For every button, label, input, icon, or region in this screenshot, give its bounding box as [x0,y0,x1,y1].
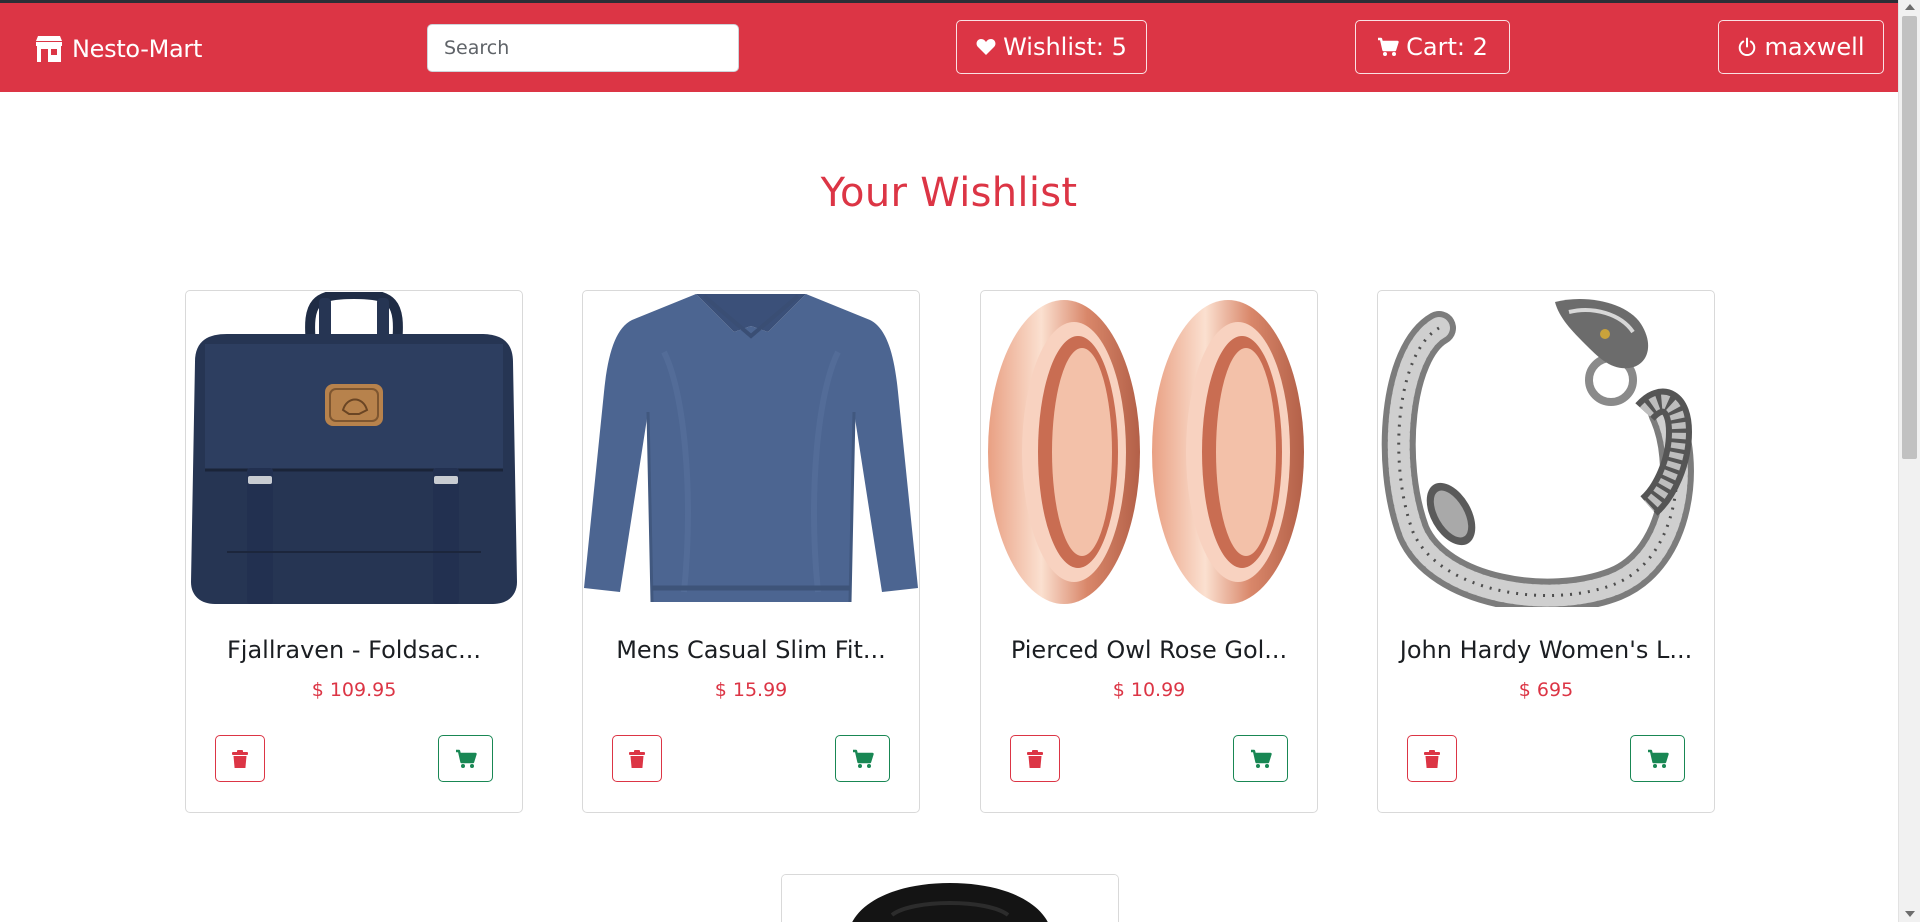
cart-count-label: Cart: 2 [1406,33,1488,61]
user-menu-button[interactable]: maxwell [1718,20,1884,74]
navbar: Nesto-Mart Wishlist: 5 Cart: 2 maxwell [0,3,1898,92]
page-title: Your Wishlist [820,170,1078,216]
product-title[interactable]: Mens Casual Slim Fit... [583,636,919,664]
heart-icon [976,39,996,55]
product-image-plugs[interactable] [982,292,1316,607]
wishlist-card: Pierced Owl Rose Gol... $ 10.99 [980,290,1318,813]
add-to-cart-button[interactable] [1233,735,1288,782]
product-price: $ 695 [1518,679,1574,701]
product-title[interactable]: John Hardy Women's L... [1378,636,1714,664]
product-title[interactable]: Pierced Owl Rose Gol... [981,636,1317,664]
page-scrollbar[interactable] [1898,0,1920,922]
wishlist-card: John Hardy Women's L... $ 695 [1377,290,1715,813]
add-to-cart-button[interactable] [1630,735,1685,782]
cart-icon [1250,749,1272,768]
product-price: $ 15.99 [714,679,788,701]
wishlist-count-label: Wishlist: 5 [1003,33,1127,61]
product-price: $ 109.95 [311,679,397,701]
brand-name: Nesto-Mart [72,35,203,63]
cart-button[interactable]: Cart: 2 [1355,20,1510,74]
username-label: maxwell [1764,33,1865,61]
cart-icon [1378,37,1399,56]
wishlist-card: Fjallraven - Foldsac... $ 109.95 [185,290,523,813]
product-image-shirt[interactable] [584,292,918,607]
remove-from-wishlist-button[interactable] [1010,735,1060,782]
wishlist-card: Mens Casual Slim Fit... $ 15.99 [582,290,920,813]
brand[interactable]: Nesto-Mart [34,35,202,63]
add-to-cart-button[interactable] [438,735,493,782]
product-image-backpack[interactable] [187,292,521,607]
cart-icon [1647,749,1669,768]
scrollbar-thumb[interactable] [1902,16,1917,459]
remove-from-wishlist-button[interactable] [612,735,662,782]
wishlist-card [781,874,1119,922]
trash-icon [629,749,645,768]
product-image-bracelet[interactable] [1379,292,1713,607]
power-icon [1739,37,1756,56]
remove-from-wishlist-button[interactable] [1407,735,1457,782]
search-input[interactable] [427,24,739,72]
scroll-up-arrow-icon[interactable] [1905,4,1915,10]
trash-icon [1424,749,1440,768]
trash-icon [1027,749,1043,768]
scroll-down-arrow-icon[interactable] [1905,911,1915,917]
wishlist-button[interactable]: Wishlist: 5 [956,20,1147,74]
product-image-jacket[interactable] [782,875,1118,922]
trash-icon [232,749,248,768]
add-to-cart-button[interactable] [835,735,890,782]
product-price: $ 10.99 [1112,679,1186,701]
cart-icon [455,749,477,768]
shop-icon [36,36,62,62]
cart-icon [852,749,874,768]
product-title[interactable]: Fjallraven - Foldsac... [186,636,522,664]
remove-from-wishlist-button[interactable] [215,735,265,782]
